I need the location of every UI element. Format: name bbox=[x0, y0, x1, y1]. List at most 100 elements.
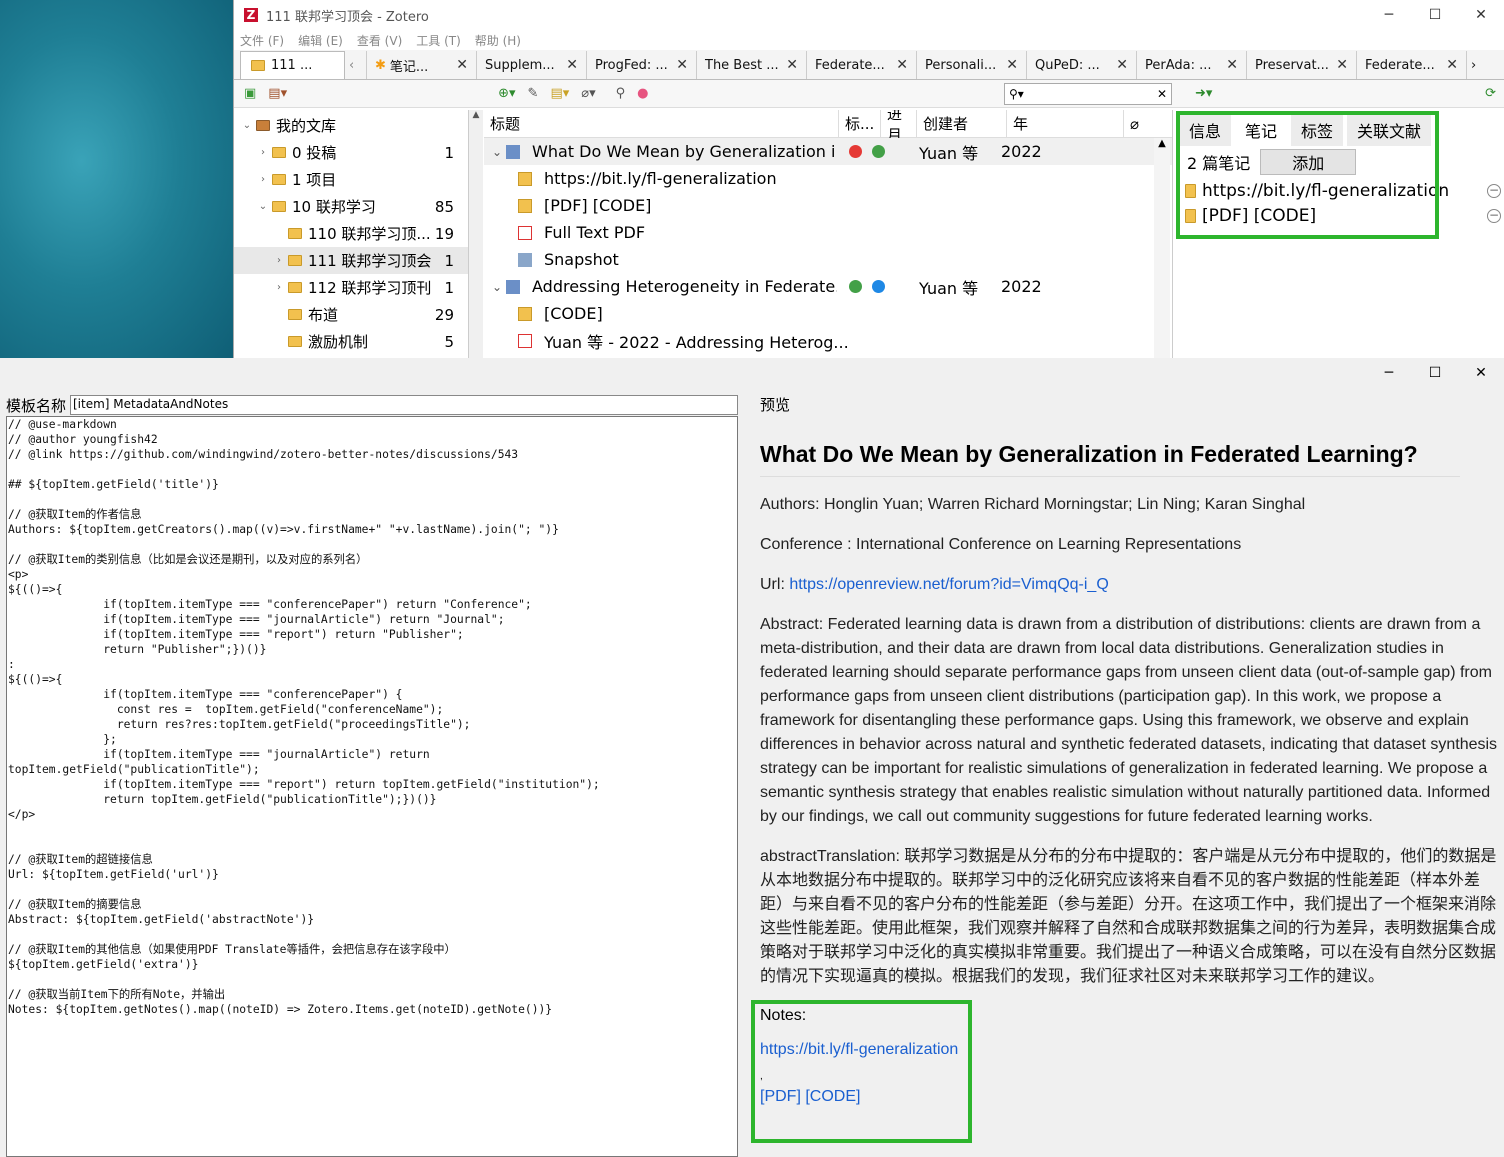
expand-arrow-icon[interactable]: › bbox=[272, 255, 286, 266]
menu-bar: 文件 (F) 编辑 (E) 查看 (V) 工具 (T) 帮助 (H) bbox=[234, 30, 1504, 50]
search-icon: ⚲▾ bbox=[1009, 87, 1024, 101]
tab-reader[interactable]: Federate... ✕ bbox=[1357, 51, 1467, 79]
collection-item[interactable]: › 112 联邦学习顶刊 1 bbox=[234, 274, 468, 301]
collection-item[interactable]: ⌄ 10 联邦学习 85 bbox=[234, 193, 468, 220]
menu-tools[interactable]: 工具 (T) bbox=[416, 32, 461, 49]
collection-count: 29 bbox=[434, 305, 454, 324]
tab-scroll-left[interactable]: ‹ bbox=[345, 51, 367, 79]
tab-reader[interactable]: QuPeD: ... ✕ bbox=[1027, 51, 1137, 79]
expand-arrow-icon[interactable]: ⌄ bbox=[256, 201, 270, 212]
close-tab-icon[interactable]: ✕ bbox=[676, 57, 688, 73]
tab-reader[interactable]: Preservat... ✕ bbox=[1247, 51, 1357, 79]
close-tab-icon[interactable]: ✕ bbox=[456, 57, 468, 73]
close-tab-icon[interactable]: ✕ bbox=[1006, 57, 1018, 73]
tab-reader[interactable]: The Best ... ✕ bbox=[697, 51, 807, 79]
tab-reader[interactable]: PerAda: ... ✕ bbox=[1137, 51, 1247, 79]
close-icon[interactable]: ✕ bbox=[1458, 0, 1504, 30]
close-tab-icon[interactable]: ✕ bbox=[566, 57, 578, 73]
col-creator[interactable]: 创建者 bbox=[917, 109, 1007, 138]
folder-icon bbox=[288, 282, 302, 293]
plugin-icon[interactable]: ● bbox=[637, 86, 648, 101]
remove-note-icon[interactable]: − bbox=[1487, 183, 1501, 198]
tab-library[interactable]: 111 ... bbox=[240, 51, 345, 79]
item-title: Full Text PDF bbox=[544, 223, 646, 242]
collection-item[interactable]: 布道 29 bbox=[234, 301, 468, 328]
collection-item[interactable]: › 111 联邦学习顶会 1 bbox=[234, 247, 468, 274]
add-attachment-icon[interactable]: ⌀▾ bbox=[581, 86, 595, 101]
close-tab-icon[interactable]: ✕ bbox=[1446, 57, 1458, 73]
template-name-label: 模板名称 bbox=[6, 397, 67, 415]
locate-icon[interactable]: ➜▾ bbox=[1195, 86, 1212, 101]
expand-arrow-icon[interactable]: ⌄ bbox=[492, 280, 506, 294]
remove-note-icon[interactable]: − bbox=[1487, 208, 1501, 223]
collection-item[interactable]: › 0 投稿 1 bbox=[234, 139, 468, 166]
expand-arrow-icon[interactable]: › bbox=[256, 174, 270, 185]
close-tab-icon[interactable]: ✕ bbox=[896, 57, 908, 73]
close-tab-icon[interactable]: ✕ bbox=[786, 57, 798, 73]
collection-item[interactable]: 110 联邦学习顶... 19 bbox=[234, 220, 468, 247]
attachment-column-icon[interactable]: ⌀ bbox=[1124, 110, 1154, 138]
item-title: Addressing Heterogeneity in Federate... bbox=[532, 277, 837, 296]
menu-file[interactable]: 文件 (F) bbox=[240, 32, 284, 49]
close-icon[interactable]: ✕ bbox=[1458, 358, 1504, 388]
items-scrollbar[interactable]: ▲ bbox=[1154, 138, 1170, 358]
folder-icon bbox=[272, 201, 286, 212]
menu-help[interactable]: 帮助 (H) bbox=[475, 32, 521, 49]
collection-count: 1 bbox=[444, 251, 454, 270]
collection-item[interactable]: 激励机制 5 bbox=[234, 328, 468, 355]
search-input[interactable]: ⚲▾ ✕ bbox=[1004, 83, 1172, 105]
add-by-identifier-icon[interactable]: ✎ bbox=[528, 86, 539, 101]
tag-dots bbox=[837, 145, 915, 158]
expand-arrow-icon[interactable]: › bbox=[256, 147, 270, 158]
collection-item[interactable]: ⌄ 我的文库 bbox=[234, 112, 468, 139]
item-title: Snapshot bbox=[544, 250, 619, 269]
zotero-logo-icon: Z bbox=[244, 8, 258, 22]
new-item-icon[interactable]: ⊕▾ bbox=[498, 86, 515, 101]
close-tab-icon[interactable]: ✕ bbox=[1116, 57, 1128, 73]
collections-scrollbar[interactable]: ▲ bbox=[469, 110, 483, 358]
col-title[interactable]: 标题 bbox=[484, 109, 839, 138]
collection-item[interactable]: › 1 项目 bbox=[234, 166, 468, 193]
maximize-icon[interactable]: ☐ bbox=[1412, 358, 1458, 388]
collection-label: 1 项目 bbox=[292, 171, 337, 189]
collection-count: 19 bbox=[434, 224, 454, 243]
clear-search-icon[interactable]: ✕ bbox=[1157, 87, 1167, 101]
note-icon bbox=[518, 306, 532, 321]
sync-icon[interactable]: ⟳ bbox=[1485, 86, 1496, 101]
advanced-search-icon[interactable]: ⚲ bbox=[616, 86, 626, 101]
col-tag[interactable]: 标... bbox=[839, 109, 881, 138]
tag-dots bbox=[837, 280, 915, 293]
paper-icon bbox=[506, 144, 520, 159]
collection-label: 我的文库 bbox=[276, 117, 337, 135]
template-code-editor[interactable]: // @use-markdown // @author youngfish42 … bbox=[6, 416, 738, 1157]
close-tab-icon[interactable]: ✕ bbox=[1226, 57, 1238, 73]
preview-url-link[interactable]: https://openreview.net/forum?id=VimqQq-i… bbox=[789, 576, 1108, 593]
item-pane: 信息 笔记 标签 关联文献 2 篇笔记 添加 https://bit.ly/fl… bbox=[1172, 110, 1504, 358]
tab-reader[interactable]: Supplem... ✕ bbox=[477, 51, 587, 79]
item-creator: Yuan 等 bbox=[919, 143, 979, 163]
new-collection-icon[interactable]: ▣ bbox=[244, 86, 256, 101]
minimize-icon[interactable]: ─ bbox=[1366, 358, 1412, 388]
tab-reader[interactable]: ProgFed: ... ✕ bbox=[587, 51, 697, 79]
tag-color-dot bbox=[872, 145, 885, 158]
item-title: [PDF] [CODE] bbox=[544, 196, 652, 215]
tab-reader[interactable]: Personali... ✕ bbox=[917, 51, 1027, 79]
menu-view[interactable]: 查看 (V) bbox=[357, 32, 402, 49]
collection-label: 0 投稿 bbox=[292, 144, 337, 162]
new-note-icon[interactable]: ▤▾ bbox=[550, 86, 569, 101]
expand-arrow-icon[interactable]: ⌄ bbox=[492, 145, 506, 159]
tab-note[interactable]: ✱ 笔记... ✕ bbox=[367, 51, 477, 79]
menu-edit[interactable]: 编辑 (E) bbox=[298, 32, 343, 49]
maximize-icon[interactable]: ☐ bbox=[1412, 0, 1458, 30]
col-year[interactable]: 年 bbox=[1007, 109, 1124, 138]
close-tab-icon[interactable]: ✕ bbox=[1336, 57, 1348, 73]
template-name-input[interactable]: [item] MetadataAndNotes bbox=[70, 395, 738, 415]
tab-scroll-right[interactable]: › bbox=[1467, 51, 1487, 79]
minimize-icon[interactable]: ─ bbox=[1366, 0, 1412, 30]
expand-arrow-icon[interactable]: › bbox=[272, 282, 286, 293]
tab-reader[interactable]: Federate... ✕ bbox=[807, 51, 917, 79]
new-library-icon[interactable]: ▤▾ bbox=[268, 86, 287, 101]
expand-arrow-icon[interactable]: ⌄ bbox=[240, 120, 254, 131]
col-progress[interactable]: 进月 bbox=[881, 109, 917, 138]
folder-icon bbox=[288, 336, 302, 347]
